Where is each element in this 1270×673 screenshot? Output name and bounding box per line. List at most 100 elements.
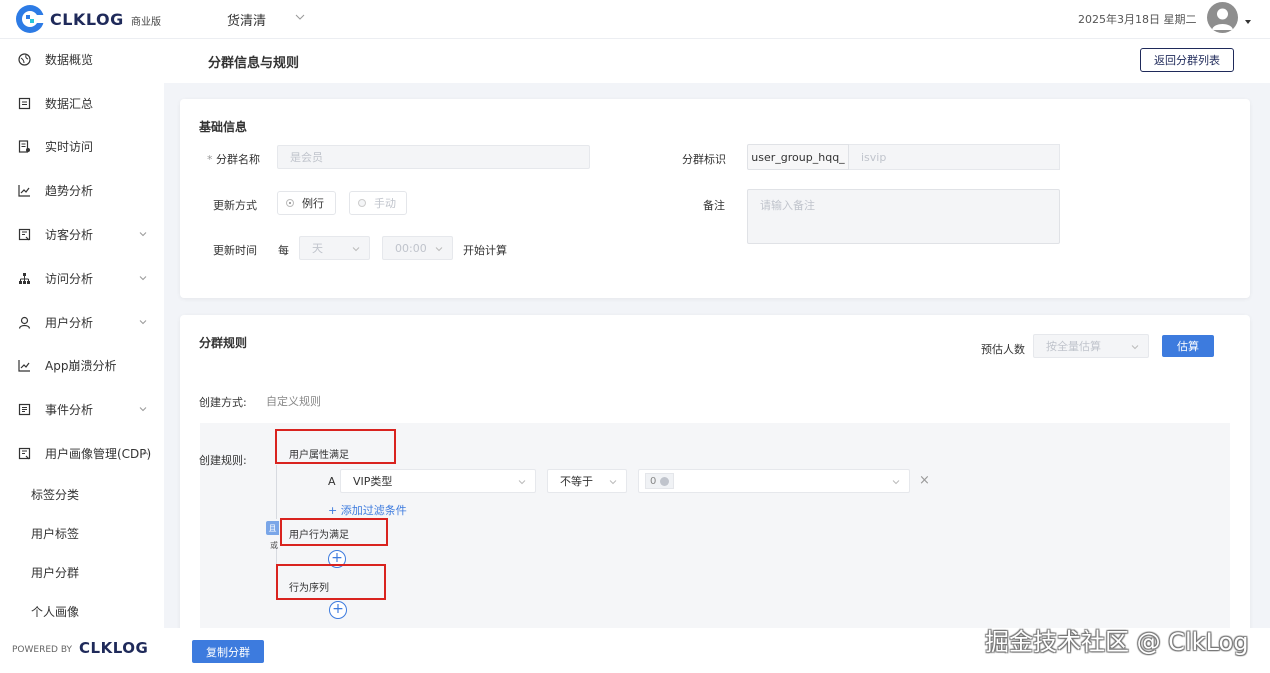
- every-label: 每: [278, 244, 289, 257]
- radio-label: 例行: [302, 197, 324, 210]
- sidebar-item-label: App崩溃分析: [45, 358, 117, 373]
- sidebar-subitem-user-groups[interactable]: 用户分群: [0, 554, 164, 590]
- sidebar-item-realtime[interactable]: 实时访问: [0, 126, 164, 166]
- highlight-box: [276, 564, 386, 600]
- chevron-down-icon: [352, 247, 360, 252]
- sidebar-subitem-label: 用户标签: [31, 526, 80, 541]
- logic-and-toggle[interactable]: 且: [266, 521, 279, 535]
- create-mode-label: 创建方式:: [199, 396, 247, 409]
- sidebar-item-access[interactable]: 访问分析: [0, 258, 164, 298]
- radio-label: 手动: [374, 197, 396, 210]
- add-sequence-button[interactable]: +: [329, 601, 347, 619]
- sidebar-item-label: 事件分析: [45, 402, 94, 417]
- value-tag-text: 0: [650, 475, 657, 487]
- back-to-list-button[interactable]: 返回分群列表: [1140, 48, 1234, 72]
- sidebar-subitem-user-tags[interactable]: 用户标签: [0, 515, 164, 551]
- summary-icon: [18, 97, 31, 109]
- powered-by-footer: POWERED BY CLKLOG: [0, 628, 164, 673]
- group-connector: [276, 465, 277, 519]
- page-title: 分群信息与规则: [208, 56, 300, 71]
- user-icon: [18, 316, 31, 329]
- chevron-down-icon[interactable]: [294, 11, 306, 23]
- radio-checked-icon: [286, 199, 294, 207]
- value-tag: 0: [645, 473, 675, 489]
- powered-by-logo: CLKLOG: [79, 639, 149, 657]
- sidebar-item-label: 趋势分析: [45, 183, 94, 198]
- time-picker[interactable]: 00:00: [382, 236, 453, 260]
- group-id-input[interactable]: isvip: [849, 144, 1060, 170]
- sidebar-item-user-analysis[interactable]: 用户分析: [0, 302, 164, 342]
- add-filter-link[interactable]: + 添加过滤条件: [328, 502, 407, 518]
- group-name-input[interactable]: 是会员: [277, 145, 590, 169]
- realtime-icon: [18, 139, 30, 153]
- avatar-caret-icon[interactable]: [1245, 20, 1251, 24]
- highlight-box: [275, 429, 396, 464]
- logo[interactable]: CLKLOG: [14, 4, 124, 34]
- condition-operator-select[interactable]: 不等于: [547, 469, 627, 493]
- update-mode-label: 更新方式: [213, 199, 257, 212]
- sidebar-item-trend[interactable]: 趋势分析: [0, 170, 164, 210]
- globe-icon: [18, 52, 31, 66]
- page-header: 分群信息与规则 返回分群列表: [164, 39, 1270, 83]
- condition-letter: A: [328, 475, 336, 488]
- estimate-mode-select[interactable]: 按全量估算: [1033, 334, 1149, 358]
- sidebar-item-label: 用户分析: [45, 315, 94, 330]
- condition-value-select[interactable]: 0: [638, 469, 910, 493]
- update-mode-routine-radio[interactable]: 例行: [277, 191, 336, 215]
- sidebar-item-data-summary[interactable]: 数据汇总: [0, 83, 164, 123]
- edition-badge: 商业版: [131, 17, 161, 28]
- chevron-down-icon: [139, 276, 147, 281]
- period-select[interactable]: 天: [299, 236, 370, 260]
- estimate-label: 预估人数: [981, 343, 1025, 356]
- chevron-down-icon: [435, 247, 443, 252]
- update-mode-manual-radio[interactable]: 手动: [349, 191, 407, 215]
- sidebar-item-data-overview[interactable]: 数据概览: [0, 39, 164, 79]
- estimate-button[interactable]: 估算: [1162, 335, 1214, 357]
- group-name-label-text: 分群名称: [216, 153, 260, 166]
- crash-chart-icon: [18, 359, 30, 372]
- sidebar-subitem-portrait[interactable]: 个人画像: [0, 593, 164, 629]
- event-icon: [18, 403, 31, 415]
- powered-by-text: POWERED BY: [12, 645, 73, 655]
- period-select-value: 天: [312, 242, 323, 255]
- sidebar-item-label: 访问分析: [45, 271, 94, 286]
- chevron-up-icon: [141, 450, 149, 455]
- rules-title: 分群规则: [199, 336, 248, 350]
- sidebar-item-cdp[interactable]: 用户画像管理(CDP): [0, 433, 164, 473]
- sidebar-subitem-tag-category[interactable]: 标签分类: [0, 476, 164, 512]
- create-rule-label: 创建规则:: [199, 454, 247, 467]
- project-selector[interactable]: 货清清: [227, 10, 266, 29]
- sidebar-subitem-label: 用户分群: [31, 565, 80, 580]
- tag-close-icon[interactable]: [660, 476, 670, 486]
- user-avatar-icon: [1212, 8, 1233, 30]
- sidebar-item-label: 访客分析: [45, 227, 94, 242]
- condition-field-select[interactable]: VIP类型: [340, 469, 536, 493]
- sidebar-item-label: 数据汇总: [45, 96, 94, 111]
- sidebar-item-label: 数据概览: [45, 52, 94, 67]
- logic-or-toggle[interactable]: 或: [270, 540, 278, 551]
- create-mode-value: 自定义规则: [266, 395, 321, 408]
- sidebar-subitem-label: 个人画像: [31, 604, 80, 619]
- chevron-down-icon: [139, 320, 147, 325]
- sidebar-item-app-crash[interactable]: App崩溃分析: [0, 345, 164, 385]
- copy-group-button[interactable]: 复制分群: [192, 640, 264, 663]
- sidebar-item-event[interactable]: 事件分析: [0, 389, 164, 429]
- remark-textarea[interactable]: 请输入备注: [747, 189, 1060, 244]
- chevron-down-icon: [1131, 345, 1139, 350]
- logo-text: CLKLOG: [50, 9, 124, 29]
- start-calc-label: 开始计算: [463, 244, 507, 257]
- top-bar: CLKLOG 商业版 货清清 2025年3月18日 星期二: [0, 0, 1270, 39]
- portrait-icon: [18, 447, 31, 459]
- watermark: 掘金技术社区 @ ClkLog: [985, 628, 1249, 656]
- current-date: 2025年3月18日 星期二: [1078, 13, 1197, 26]
- remark-label: 备注: [703, 199, 725, 212]
- avatar[interactable]: [1207, 2, 1238, 33]
- sidebar-item-visitor[interactable]: 访客分析: [0, 214, 164, 254]
- chevron-down-icon: [518, 480, 526, 485]
- condition-field-value: VIP类型: [353, 475, 393, 488]
- update-time-label: 更新时间: [213, 244, 257, 257]
- remove-condition-icon[interactable]: ×: [919, 473, 930, 488]
- group-name-label: * 分群名称: [207, 151, 260, 167]
- chevron-down-icon: [139, 407, 147, 412]
- clklog-logo-icon: [16, 5, 46, 33]
